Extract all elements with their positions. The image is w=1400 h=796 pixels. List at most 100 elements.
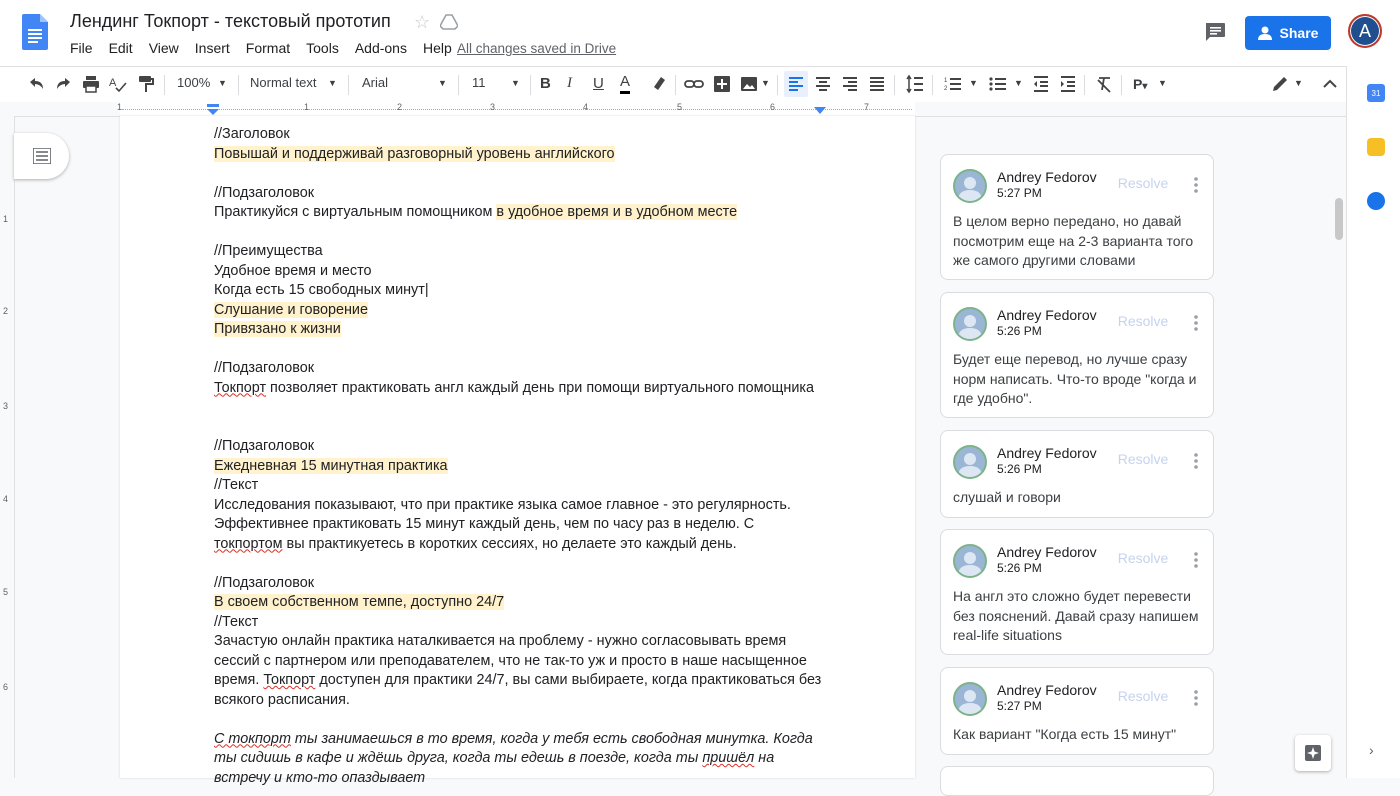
menu-help[interactable]: Help [415, 40, 460, 56]
collapse-menus-icon[interactable] [1320, 74, 1340, 94]
editing-mode-dropdown-icon[interactable]: ▼ [1294, 78, 1303, 88]
calendar-icon[interactable]: 31 [1367, 84, 1385, 102]
more-options-icon[interactable] [1191, 175, 1201, 195]
document-line[interactable] [214, 418, 834, 438]
document-line[interactable]: С токпорт ты занимаешься в то время, ког… [214, 730, 834, 750]
align-left-icon[interactable] [786, 74, 806, 94]
align-center-icon[interactable] [813, 74, 833, 94]
document-line[interactable]: встречу и кто-то опаздывает [214, 769, 834, 789]
document-line[interactable] [214, 710, 834, 730]
insert-image-icon[interactable] [739, 74, 759, 94]
document-line[interactable]: //Текст [214, 476, 834, 496]
share-button[interactable]: Share [1245, 16, 1331, 50]
document-line[interactable]: всякого расписания. [214, 691, 834, 711]
text-color-icon[interactable]: A [620, 73, 631, 94]
document-line[interactable]: Токпорт позволяет практиковать англ кажд… [214, 379, 834, 399]
document-line[interactable]: ты сидишь в кафе и ждёшь друга, когда ты… [214, 749, 834, 769]
style-select[interactable]: Normal text [250, 75, 316, 90]
document-line[interactable]: Когда есть 15 свободных минут| [214, 281, 834, 301]
document-line[interactable]: В своем собственном темпе, доступно 24/7 [214, 593, 834, 613]
numbered-list-icon[interactable]: 12 [943, 74, 963, 94]
keep-icon[interactable] [1367, 138, 1385, 156]
more-options-icon[interactable] [1191, 688, 1201, 708]
document-line[interactable]: Привязано к жизни [214, 320, 834, 340]
justify-icon[interactable] [867, 74, 887, 94]
document-line[interactable]: //Преимущества [214, 242, 834, 262]
zoom-select[interactable]: 100% [177, 75, 210, 90]
resolve-button[interactable]: Resolve [1107, 688, 1179, 710]
account-avatar[interactable]: A [1348, 14, 1382, 48]
style-dropdown-icon[interactable]: ▼ [328, 78, 337, 88]
font-dropdown-icon[interactable]: ▼ [438, 78, 447, 88]
comment-card[interactable]: Andrey Fedorov 5:26 PM Resolve слушай и гов… [940, 430, 1214, 518]
bulleted-list-icon[interactable] [988, 74, 1008, 94]
document-line[interactable]: //Подзаголовок [214, 184, 834, 204]
resolve-button[interactable]: Resolve [1107, 550, 1179, 572]
clear-formatting-icon[interactable] [1094, 74, 1114, 94]
more-options-icon[interactable] [1191, 451, 1201, 471]
document-line[interactable]: Зачастую онлайн практика наталкивается н… [214, 632, 834, 652]
more-options-icon[interactable] [1191, 313, 1201, 333]
comment-card-partial[interactable] [940, 766, 1214, 796]
menu-edit[interactable]: Edit [101, 40, 141, 56]
menu-view[interactable]: View [141, 40, 187, 56]
document-line[interactable]: Удобное время и место [214, 262, 834, 282]
menu-addons[interactable]: Add-ons [347, 40, 415, 56]
more-options-icon[interactable] [1191, 550, 1201, 570]
input-tools-icon[interactable]: P▾ [1133, 76, 1147, 92]
left-indent-marker-icon[interactable] [207, 104, 219, 116]
bold-icon[interactable]: B [540, 75, 551, 92]
underline-icon[interactable]: U [593, 75, 604, 92]
menu-file[interactable]: File [62, 40, 101, 56]
editing-mode-pencil-icon[interactable] [1270, 74, 1290, 94]
highlight-color-icon[interactable] [649, 74, 669, 94]
document-line[interactable]: Эффективнее практиковать 15 минут каждый… [214, 515, 834, 535]
align-right-icon[interactable] [840, 74, 860, 94]
document-line[interactable]: //Подзаголовок [214, 437, 834, 457]
bulleted-list-dropdown-icon[interactable]: ▼ [1014, 78, 1023, 88]
line-spacing-icon[interactable] [905, 74, 925, 94]
menu-insert[interactable]: Insert [187, 40, 238, 56]
document-outline-button[interactable] [14, 133, 69, 179]
resolve-button[interactable]: Resolve [1107, 313, 1179, 335]
document-line[interactable]: //Подзаголовок [214, 359, 834, 379]
document-line[interactable]: //Подзаголовок [214, 574, 834, 594]
star-icon[interactable]: ☆ [414, 12, 430, 33]
tasks-icon[interactable] [1367, 192, 1385, 210]
document-line[interactable] [214, 398, 834, 418]
print-icon[interactable] [81, 74, 101, 94]
document-line[interactable]: Повышай и поддерживай разговорный уровен… [214, 145, 834, 165]
document-line[interactable]: Ежедневная 15 минутная практика [214, 457, 834, 477]
input-tools-dropdown-icon[interactable]: ▼ [1158, 78, 1167, 88]
document-line[interactable] [214, 223, 834, 243]
move-to-drive-icon[interactable] [440, 14, 458, 30]
document-line[interactable]: Исследования показывают, что при практик… [214, 496, 834, 516]
add-comment-icon[interactable] [712, 74, 732, 94]
image-dropdown-icon[interactable]: ▼ [761, 78, 770, 88]
comment-card[interactable]: Andrey Fedorov 5:26 PM Resolve На англ это … [940, 529, 1214, 655]
comment-card[interactable]: Andrey Fedorov 5:27 PM Resolve В целом верн… [940, 154, 1214, 280]
numbered-list-dropdown-icon[interactable]: ▼ [969, 78, 978, 88]
document-line[interactable]: сессий с партнером или преподавателем, ч… [214, 652, 834, 672]
document-line[interactable]: Практикуйся с виртуальным помощником в у… [214, 203, 834, 223]
comment-history-icon[interactable] [1204, 22, 1226, 42]
save-status[interactable]: All changes saved in Drive [457, 41, 616, 56]
right-indent-marker-icon[interactable] [814, 107, 826, 115]
document-line[interactable]: //Текст [214, 613, 834, 633]
italic-icon[interactable]: I [567, 75, 572, 92]
zoom-dropdown-icon[interactable]: ▼ [218, 78, 227, 88]
insert-link-icon[interactable] [684, 74, 704, 94]
scrollbar-thumb[interactable] [1335, 198, 1343, 240]
document-line[interactable]: время. Токпорт доступен для практики 24/… [214, 671, 834, 691]
document-line[interactable] [214, 554, 834, 574]
document-line[interactable]: Слушание и говорение [214, 301, 834, 321]
document-title[interactable]: Лендинг Токпорт - текстовый прототип [70, 11, 391, 32]
comment-card[interactable]: Andrey Fedorov 5:27 PM Resolve Как вариант … [940, 667, 1214, 755]
font-size-select[interactable]: 11 [472, 75, 486, 90]
decrease-indent-icon[interactable] [1031, 74, 1051, 94]
explore-button[interactable] [1295, 735, 1331, 771]
spellcheck-icon[interactable]: A [108, 74, 128, 94]
document-line[interactable] [214, 340, 834, 360]
document-line[interactable]: //Заголовок [214, 125, 834, 145]
document-line[interactable]: токпортом вы практикуетесь в коротких се… [214, 535, 834, 555]
